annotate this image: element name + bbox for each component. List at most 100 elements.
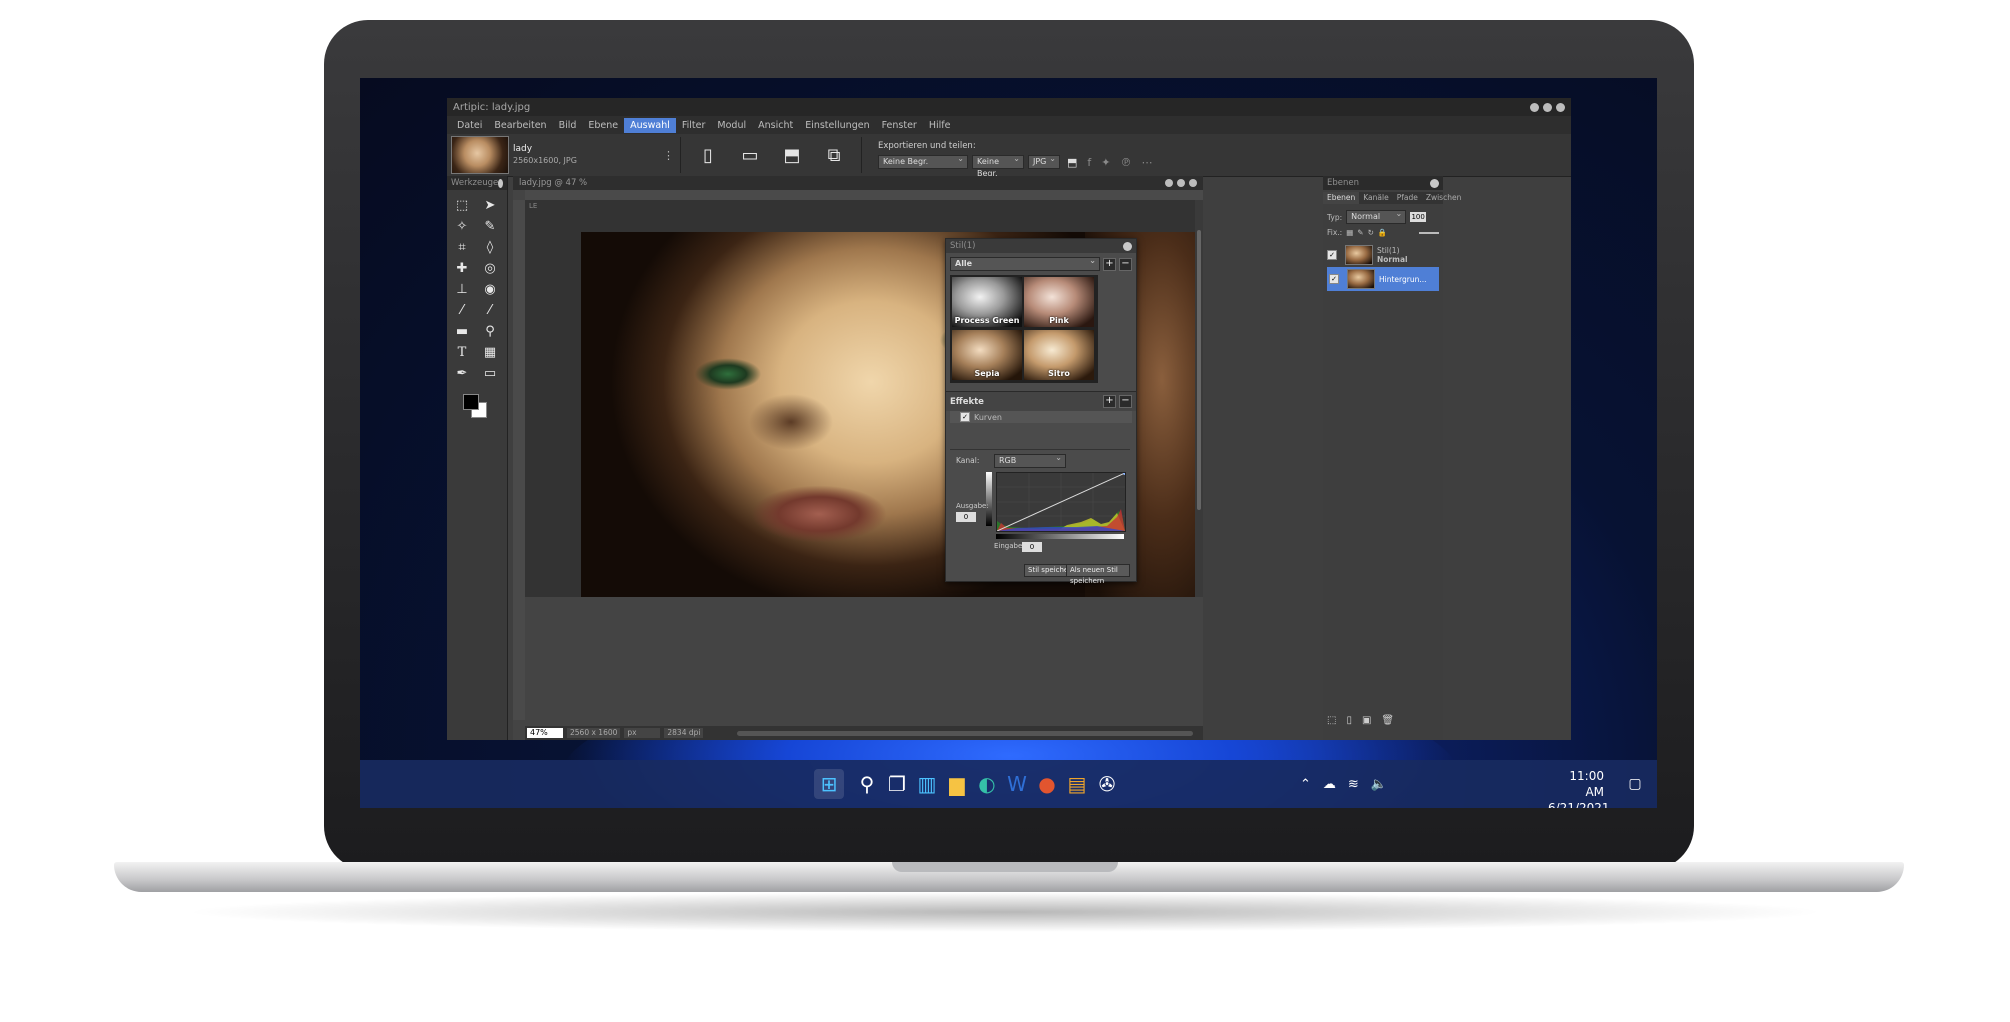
word-icon[interactable]: W <box>1002 769 1032 799</box>
pinterest-icon[interactable]: ℗ <box>1121 156 1132 169</box>
task-view-icon[interactable]: ❐ <box>882 769 912 799</box>
redeye-tool-icon[interactable]: ◉ <box>479 282 501 297</box>
menu-hilfe[interactable]: Hilfe <box>923 118 957 133</box>
more-share-icon[interactable]: ⋯ <box>1142 156 1153 169</box>
layer-visibility-checkbox[interactable]: ✓ <box>1327 250 1337 260</box>
blend-mode-select[interactable]: Normal <box>1346 208 1407 224</box>
search-icon[interactable]: ⚲ <box>852 769 882 799</box>
vertical-scrollbar[interactable] <box>1195 200 1203 597</box>
magic-wand-tool-icon[interactable]: ✧ <box>451 219 473 234</box>
chevron-up-icon[interactable]: ⌃ <box>1300 777 1311 792</box>
blur-tool-icon[interactable]: ◊ <box>479 240 501 255</box>
menu-einstellungen[interactable]: Einstellungen <box>799 118 875 133</box>
clock[interactable]: 11:00 AM 6/21/2021 <box>1548 768 1610 808</box>
menu-datei[interactable]: Datei <box>451 118 488 133</box>
tab-ebenen[interactable]: Ebenen <box>1323 192 1360 204</box>
menu-fenster[interactable]: Fenster <box>876 118 923 133</box>
foreground-color[interactable] <box>463 394 479 410</box>
tab-pfade[interactable]: Pfade <box>1393 192 1422 204</box>
remove-effect-button[interactable]: − <box>1119 395 1132 408</box>
quality-select[interactable]: Keine Begr. <box>972 153 1024 178</box>
zoom-tool-icon[interactable]: ⚲ <box>479 324 501 339</box>
move-tool-icon[interactable]: ➤ <box>479 198 501 213</box>
effect-checkbox[interactable]: ✓ <box>960 412 970 422</box>
steam-icon[interactable]: ✇ <box>1092 769 1122 799</box>
kanal-select[interactable]: RGB <box>994 452 1066 468</box>
menu-bild[interactable]: Bild <box>553 118 583 133</box>
crop-tool-icon[interactable]: ⌗ <box>451 240 473 255</box>
menu-filter[interactable]: Filter <box>676 118 712 133</box>
export-save-icon[interactable]: ⬒ <box>1067 156 1077 169</box>
menu-ansicht[interactable]: Ansicht <box>752 118 799 133</box>
preset-pink[interactable]: Pink <box>1024 277 1094 327</box>
notification-icon[interactable]: ▢ <box>1620 769 1650 799</box>
tab-zwischen[interactable]: Zwischen <box>1422 192 1466 204</box>
text-tool-icon[interactable]: T <box>451 345 473 360</box>
ausgabe-input[interactable]: 0 <box>956 512 976 522</box>
edge-icon[interactable]: ◐ <box>972 769 1002 799</box>
onedrive-icon[interactable]: ☁ <box>1323 777 1336 792</box>
save-icon[interactable]: ⬒ <box>777 140 807 170</box>
preset-sepia[interactable]: Sepia <box>952 330 1022 380</box>
doc-minimize-button[interactable] <box>1165 179 1173 187</box>
start-icon[interactable]: ⊞ <box>814 769 844 799</box>
add-effect-button[interactable]: + <box>1103 395 1116 408</box>
preset-process-green[interactable]: Process Green <box>952 277 1022 327</box>
menu-auswahl[interactable]: Auswahl <box>624 117 676 133</box>
brush-tool-icon[interactable]: ✎ <box>479 219 501 234</box>
widgets-icon[interactable]: ▥ <box>912 769 942 799</box>
powerpoint-icon[interactable]: ● <box>1032 769 1062 799</box>
document-menu-icon[interactable]: ⋮ <box>663 149 674 162</box>
menu-bearbeiten[interactable]: Bearbeiten <box>488 118 552 133</box>
gradient-tool-icon[interactable]: ▦ <box>479 345 501 360</box>
color-replace-tool-icon[interactable]: ⁄ <box>479 303 501 318</box>
eraser-tool-icon[interactable]: ▬ <box>451 324 473 339</box>
layer-row-selected[interactable]: ✓ Hintergrun... <box>1327 267 1439 291</box>
save-new-style-button[interactable]: Als neuen Stil speichern <box>1066 564 1130 585</box>
fill-slider[interactable] <box>1419 231 1439 234</box>
wifi-icon[interactable]: ≋ <box>1348 777 1359 792</box>
eyedropper-tool-icon[interactable]: ⁄ <box>451 303 473 318</box>
marquee-tool-icon[interactable]: ⬚ <box>451 198 473 213</box>
new-document-icon[interactable]: ▯ <box>693 140 723 170</box>
style-filter-select[interactable]: Alle <box>950 255 1100 271</box>
effect-item[interactable]: ✓ Kurven <box>950 411 1132 423</box>
healing-tool-icon[interactable]: ✚ <box>451 261 473 276</box>
tab-kanaele[interactable]: Kanäle <box>1359 192 1392 204</box>
close-icon[interactable] <box>498 178 503 188</box>
stamp-tool-icon[interactable]: ⊥ <box>451 282 473 297</box>
close-button[interactable] <box>1556 102 1565 112</box>
maximize-button[interactable] <box>1543 102 1552 112</box>
close-icon[interactable] <box>1123 241 1132 251</box>
clone-tool-icon[interactable]: ◎ <box>479 261 501 276</box>
layer-mask-icon[interactable]: ▣ <box>1362 715 1371 726</box>
doc-close-button[interactable] <box>1189 179 1197 187</box>
twitter-icon[interactable]: ✦ <box>1101 156 1110 169</box>
lock-pixels-icon[interactable]: ✎ <box>1357 228 1363 237</box>
facebook-icon[interactable]: f <box>1087 156 1091 169</box>
volume-icon[interactable]: 🔈 <box>1371 777 1387 792</box>
shape-tool-icon[interactable]: ▭ <box>479 366 501 381</box>
menu-ebene[interactable]: Ebene <box>582 118 624 133</box>
minimize-button[interactable] <box>1530 102 1539 112</box>
horizontal-scrollbar[interactable] <box>737 730 1193 736</box>
open-folder-icon[interactable]: ▭ <box>735 140 765 170</box>
size-select[interactable]: Keine Begr. <box>878 153 968 169</box>
new-layer-icon[interactable]: ▯ <box>1346 715 1352 726</box>
store-icon[interactable]: ▤ <box>1062 769 1092 799</box>
eingabe-input[interactable]: 0 <box>1022 542 1042 552</box>
layer-visibility-checkbox[interactable]: ✓ <box>1329 274 1339 284</box>
document-thumbnail[interactable] <box>451 136 509 174</box>
curves-graph[interactable] <box>996 471 1127 532</box>
format-select[interactable]: JPG <box>1028 153 1060 169</box>
close-icon[interactable] <box>1430 178 1439 188</box>
lock-position-icon[interactable]: ↻ <box>1368 228 1374 237</box>
pen-tool-icon[interactable]: ✒ <box>451 366 473 381</box>
menu-modul[interactable]: Modul <box>711 118 752 133</box>
lock-transparency-icon[interactable]: ▦ <box>1346 228 1353 237</box>
opacity-input[interactable]: 100 <box>1410 212 1427 222</box>
remove-style-button[interactable]: − <box>1119 257 1132 271</box>
lock-icon[interactable]: 🔒 <box>1378 228 1387 237</box>
delete-layer-icon[interactable]: 🗑 <box>1381 715 1394 726</box>
new-group-icon[interactable]: ⬚ <box>1327 715 1336 726</box>
